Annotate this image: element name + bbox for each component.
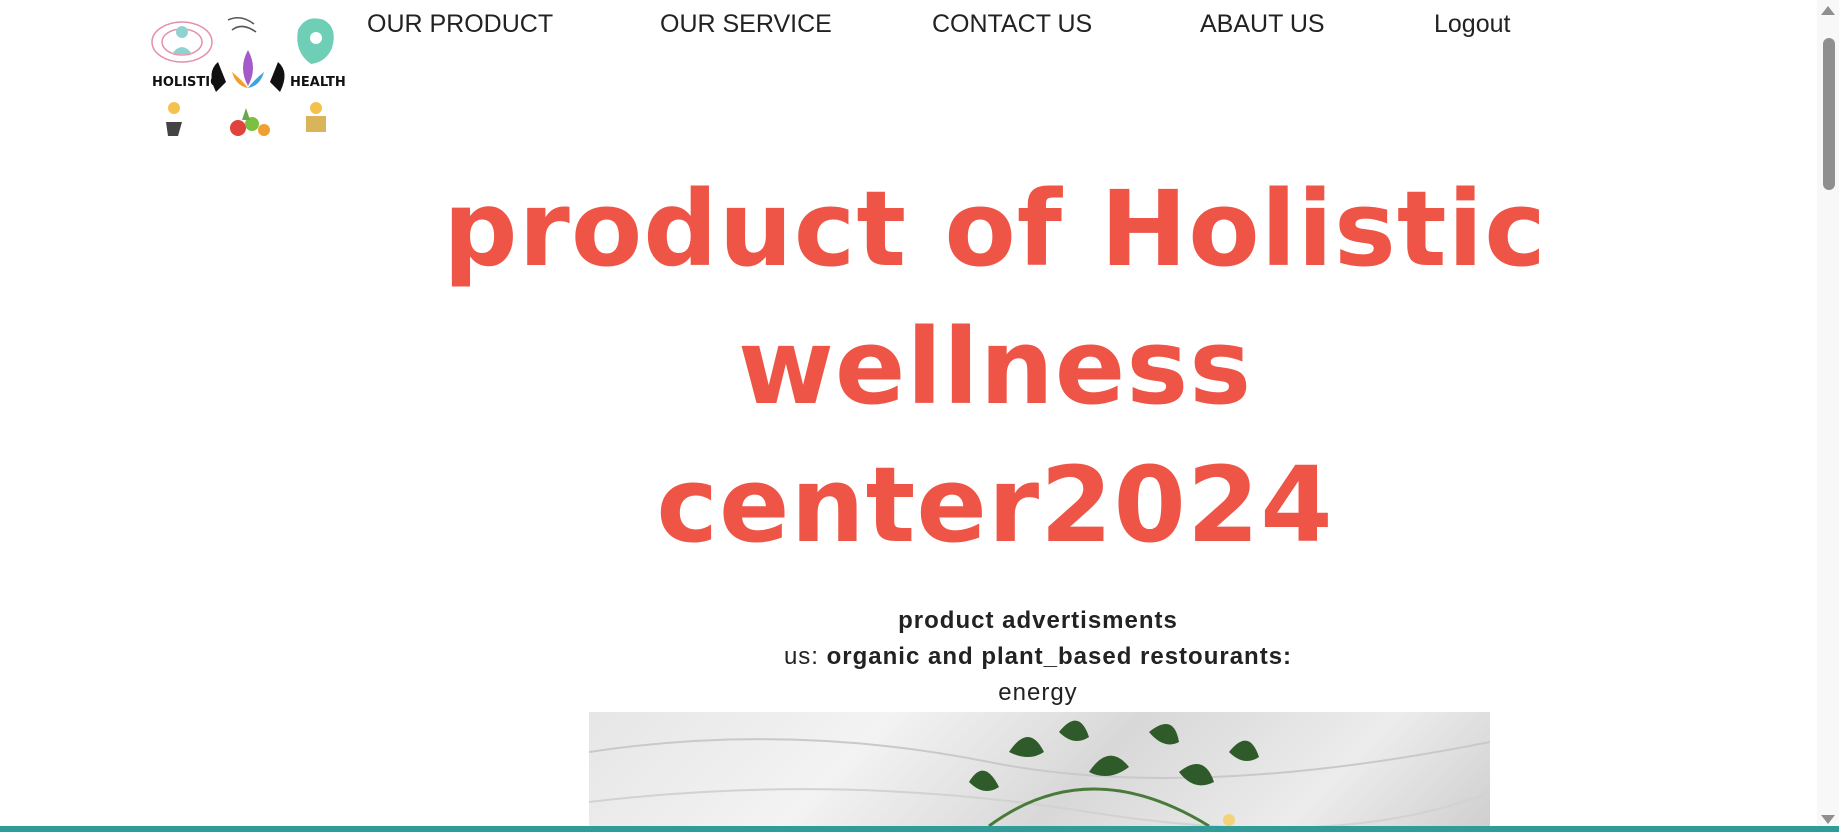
vertical-scrollbar[interactable] xyxy=(1817,0,1839,832)
energy-label: energy xyxy=(998,679,1078,706)
svg-text:HOLISTIC: HOLISTIC xyxy=(152,75,220,90)
title-line-3: center2024 xyxy=(656,444,1334,566)
scroll-up-arrow-icon[interactable] xyxy=(1821,6,1835,15)
nav-our-service[interactable]: OUR SERVICE xyxy=(660,8,832,40)
logo-right-text: HEALTH xyxy=(290,75,346,90)
restaurants-prefix: us: xyxy=(783,643,819,670)
nav-about-us[interactable]: ABAUT US xyxy=(1200,8,1325,40)
title-line-1: product of Holistic xyxy=(443,168,1547,290)
logout-link[interactable]: Logout xyxy=(1434,8,1510,40)
restaurants-text: organic and plant_based restourants: xyxy=(826,643,1293,670)
svg-text:HEALTH: HEALTH xyxy=(290,75,346,90)
bottom-accent-bar xyxy=(0,826,1839,832)
scroll-down-arrow-icon[interactable] xyxy=(1821,815,1835,824)
logo-left-text: HOLISTIC xyxy=(152,75,220,90)
main-nav: OUR PRODUCT OUR SERVICE CONTACT US ABAUT… xyxy=(0,8,1760,48)
nav-contact-us[interactable]: CONTACT US xyxy=(932,8,1092,40)
nav-our-product[interactable]: OUR PRODUCT xyxy=(367,8,553,40)
restaurants-line: us: organic and plant_based restourants: xyxy=(0,643,1839,671)
page-title: product of Holistic wellness center2024 xyxy=(440,160,1550,574)
product-banner-image xyxy=(589,712,1490,826)
title-line-2: wellness xyxy=(737,306,1253,428)
scroll-thumb[interactable] xyxy=(1823,38,1835,190)
advertisements-heading: product advertisments xyxy=(898,607,1178,634)
